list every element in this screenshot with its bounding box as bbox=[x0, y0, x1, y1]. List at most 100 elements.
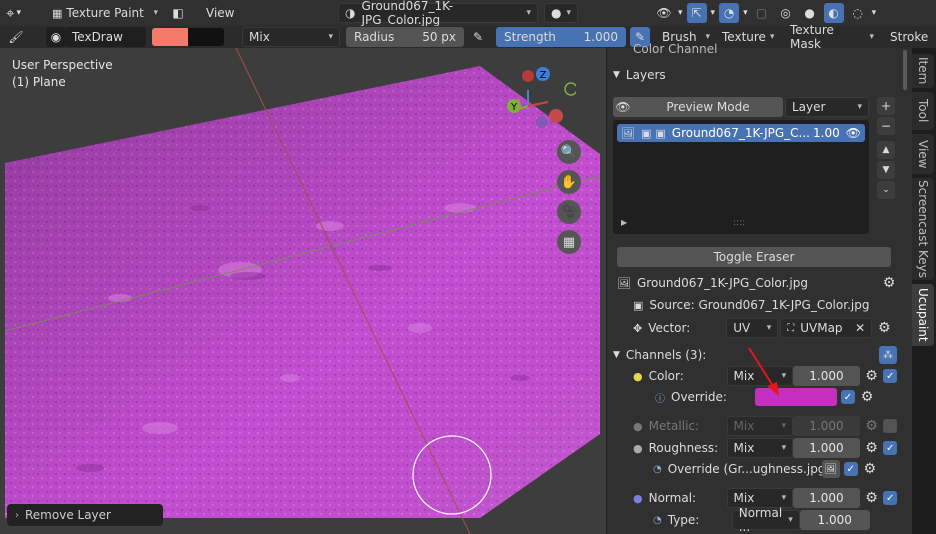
gizmo-y-label: Y bbox=[510, 102, 518, 113]
tab-view[interactable]: View bbox=[912, 134, 934, 174]
override-settings-icon[interactable]: ⚙ bbox=[859, 389, 875, 405]
vector-settings-icon[interactable]: ⚙ bbox=[876, 320, 892, 336]
secondary-color-swatch[interactable] bbox=[188, 28, 224, 46]
3d-viewport[interactable]: User Perspective (1) Plane Z Y 🔍 ✋ 🎥 ▦ ›… bbox=[0, 48, 606, 534]
texture-menu[interactable]: Texture ▾ bbox=[716, 27, 780, 47]
normal-settings-icon[interactable]: ⚙ bbox=[864, 490, 880, 506]
normal-type-icon: ◔ bbox=[653, 514, 662, 526]
expand-chevron-icon: › bbox=[15, 509, 19, 521]
override-image-icon[interactable]: 🖼 bbox=[821, 460, 840, 478]
tab-tool[interactable]: Tool bbox=[912, 92, 934, 130]
ortho-grid-icon[interactable]: ▦ bbox=[557, 230, 581, 254]
expand-list-icon[interactable]: ▶ bbox=[621, 218, 627, 227]
move-down-button[interactable]: ▼ bbox=[877, 161, 895, 179]
expand-down-icon: ▼ bbox=[613, 70, 620, 80]
metallic-blend-select[interactable]: Mix ▾ bbox=[726, 416, 794, 436]
override-enable-checkbox[interactable]: ✓ bbox=[841, 390, 855, 404]
panel-scrollbar[interactable] bbox=[903, 50, 907, 90]
image-file-icon: 🖼 bbox=[617, 276, 631, 290]
vector-mode-select[interactable]: UV ▾ bbox=[726, 318, 779, 338]
color-intensity-field[interactable]: 1.000 bbox=[793, 366, 860, 386]
roughness-settings-icon[interactable]: ⚙ bbox=[864, 440, 880, 456]
more-options-button[interactable]: ⌄ bbox=[877, 181, 895, 199]
layers-subpanel-header[interactable]: ▼ Layers bbox=[613, 68, 666, 82]
list-resize-handle[interactable]: :::: bbox=[733, 218, 745, 228]
preview-mode-toggle[interactable]: 👁 Preview Mode bbox=[613, 97, 783, 117]
shading-solid-icon[interactable]: ● bbox=[800, 3, 820, 23]
stroke-menu[interactable]: Stroke bbox=[884, 27, 936, 47]
primary-color-swatch[interactable] bbox=[152, 28, 188, 46]
layer-list[interactable]: 🖼 ▣ ▣ Ground067_1K-JPG_C... 1.00 👁 ▶ :::… bbox=[613, 120, 869, 234]
blend-mode-select[interactable]: Mix ▾ bbox=[242, 27, 340, 47]
color-swatches[interactable] bbox=[152, 28, 224, 46]
normal-type-select[interactable]: Normal ... ▾ bbox=[731, 506, 800, 534]
tab-ucupaint[interactable]: Ucupaint bbox=[912, 284, 934, 346]
uvmap-field[interactable]: ⛶ UVMap ✕ bbox=[780, 318, 873, 338]
texture-mask-menu[interactable]: Texture Mask ▾ bbox=[784, 23, 880, 51]
strength-slider[interactable]: Strength 1.000 bbox=[496, 27, 626, 47]
brush-preview-icon[interactable]: ◉ bbox=[46, 27, 66, 47]
layer-visibility-icon[interactable]: 👁 bbox=[846, 126, 861, 140]
image-selector[interactable]: ◑ Ground067_1K-JPG_Color.jpg ▾ bbox=[338, 0, 538, 27]
uvmap-icon: ⛶ bbox=[787, 322, 795, 334]
last-operator-panel[interactable]: › Remove Layer bbox=[7, 504, 163, 526]
shading-material-icon[interactable]: ◐ bbox=[823, 3, 844, 23]
normal-enable-checkbox[interactable]: ✓ bbox=[883, 491, 897, 505]
camera-view-icon[interactable]: 🎥 bbox=[557, 200, 581, 224]
radius-pressure-icon[interactable]: ✎ bbox=[468, 27, 488, 47]
toggle-eraser-button[interactable]: Toggle Eraser bbox=[617, 247, 891, 267]
roughness-intensity-field[interactable]: 1.000 bbox=[793, 438, 860, 458]
editor-type-button[interactable]: ⌖ ▾ bbox=[6, 4, 40, 22]
roughness-enable-checkbox[interactable]: ✓ bbox=[883, 441, 897, 455]
brush-tool-icon[interactable]: 🖌 bbox=[6, 27, 26, 47]
display-toggle-icon[interactable]: ◧ bbox=[168, 3, 188, 23]
image-title-row: 🖼 Ground067_1K-JPG_Color.jpg ⚙ bbox=[617, 275, 897, 291]
visibility-toggle-icon[interactable]: 👁 bbox=[654, 3, 674, 23]
roughness-override-checkbox[interactable]: ✓ bbox=[843, 462, 858, 476]
metallic-enable-checkbox[interactable] bbox=[883, 419, 897, 433]
brush-name-field[interactable]: TexDraw bbox=[66, 27, 146, 47]
transform-gizmo-icon: ⌖ bbox=[6, 4, 15, 22]
normal-blend-select[interactable]: Mix ▾ bbox=[726, 488, 794, 508]
roughness-override-settings-icon[interactable]: ⚙ bbox=[862, 461, 878, 477]
clear-uvmap-icon[interactable]: ✕ bbox=[855, 321, 865, 335]
vector-row: ✥ Vector: UV ▾ ⛶ UVMap ✕ ⚙ bbox=[633, 318, 892, 338]
layer-item[interactable]: 🖼 ▣ ▣ Ground067_1K-JPG_C... 1.00 👁 bbox=[617, 124, 865, 142]
radius-slider[interactable]: Radius 50 px bbox=[346, 27, 464, 47]
object-label: (1) Plane bbox=[12, 75, 66, 89]
overlay-toggle-icon[interactable]: ◔ bbox=[719, 3, 740, 23]
side-tab-strip: Item Tool View Screencast Keys Ucupaint bbox=[912, 48, 936, 534]
layer-texture-icon: ▣ bbox=[655, 126, 666, 140]
color-channel-icon: ● bbox=[633, 369, 643, 383]
xray-toggle-icon[interactable]: ▢ bbox=[752, 3, 772, 23]
slot-selector[interactable]: ● ▾ bbox=[544, 3, 578, 23]
color-settings-icon[interactable]: ⚙ bbox=[864, 368, 880, 384]
channel-node-icon[interactable]: ⁂ bbox=[879, 346, 897, 364]
metallic-settings-icon[interactable]: ⚙ bbox=[864, 418, 880, 434]
shading-wire-icon[interactable]: ◎ bbox=[776, 3, 796, 23]
color-channel-heading: Color Channel bbox=[633, 42, 718, 56]
pan-view-icon[interactable]: ✋ bbox=[557, 170, 581, 194]
perspective-label: User Perspective bbox=[12, 58, 113, 72]
color-enable-checkbox[interactable]: ✓ bbox=[883, 369, 897, 383]
gizmo-z-label: Z bbox=[540, 70, 547, 81]
remove-layer-button[interactable]: − bbox=[877, 117, 895, 135]
move-up-button[interactable]: ▲ bbox=[877, 141, 895, 159]
image-thumbnail-icon: 🖼 bbox=[621, 126, 635, 140]
add-layer-button[interactable]: + bbox=[877, 97, 895, 115]
normal-strength-field[interactable]: 1.000 bbox=[799, 510, 870, 530]
metallic-intensity-field[interactable]: 1.000 bbox=[793, 416, 860, 436]
zoom-view-icon[interactable]: 🔍 bbox=[557, 140, 581, 164]
gizmo-toggle-icon[interactable]: ⇱ bbox=[686, 3, 707, 23]
tab-item[interactable]: Item bbox=[912, 54, 934, 88]
layer-type-dropdown[interactable]: Layer ▾ bbox=[785, 97, 869, 117]
shading-rendered-icon[interactable]: ◌ bbox=[848, 3, 868, 23]
tab-screencast-keys[interactable]: Screencast Keys bbox=[912, 178, 934, 280]
view-menu[interactable]: View bbox=[206, 6, 234, 20]
image-settings-icon[interactable]: ⚙ bbox=[881, 275, 897, 291]
dot-icon: ● bbox=[551, 6, 562, 20]
mode-selector[interactable]: ▦ Texture Paint ▾ bbox=[46, 3, 164, 23]
normal-intensity-field[interactable]: 1.000 bbox=[793, 488, 860, 508]
navigation-gizmo[interactable]: Z Y bbox=[506, 64, 576, 144]
roughness-blend-select[interactable]: Mix ▾ bbox=[726, 438, 794, 458]
